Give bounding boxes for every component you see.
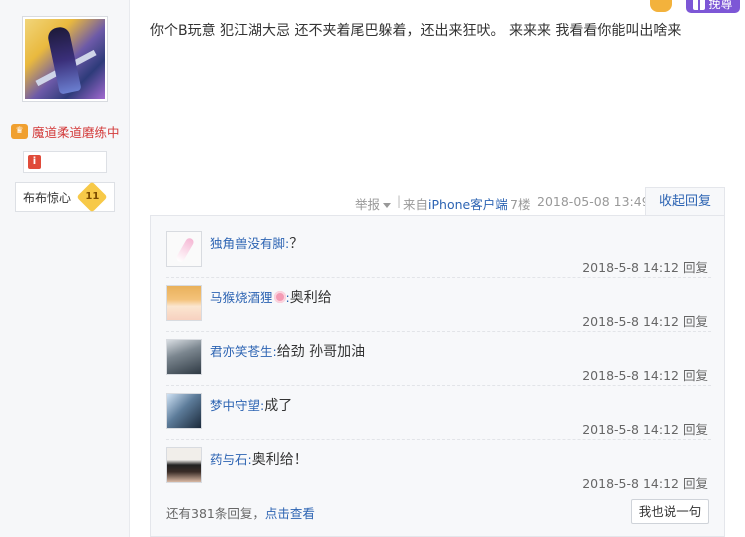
reply-meta: 2018-5-8 14:12 回复 xyxy=(582,257,708,276)
reply-meta: 2018-5-8 14:12 回复 xyxy=(582,311,708,330)
post-date: 2018-05-08 13:49 xyxy=(537,194,650,209)
more-prefix: 还有381条回复， xyxy=(166,506,265,521)
reply-username[interactable]: 药与石 xyxy=(210,452,248,467)
reply-divider xyxy=(166,331,711,332)
reply-button[interactable]: 回复 xyxy=(683,260,708,275)
reply-time: 2018-5-8 14:12 xyxy=(582,476,679,491)
reply-time: 2018-5-8 14:12 xyxy=(582,422,679,437)
report-label: 举报 xyxy=(355,197,381,212)
reply-panel: 独角兽没有脚:？ 2018-5-8 14:12 回复 马猴烧酒狸:奥利给 2018… xyxy=(150,215,725,537)
post-content: 你个B玩意 犯江湖大忌 还不夹着尾巴躲着，还出来狂吠。 来来来 我看看你能叫出啥… xyxy=(150,23,682,39)
collapse-replies-button[interactable]: 收起回复 xyxy=(645,187,725,216)
reply-username[interactable]: 马猴烧酒狸 xyxy=(210,290,273,305)
anime-girl-avatar-icon[interactable] xyxy=(166,285,202,321)
caret-down-icon xyxy=(383,203,392,208)
boy-avatar-icon[interactable] xyxy=(166,447,202,483)
client-link[interactable]: iPhone客户端 xyxy=(428,197,508,212)
from-prefix: 来自 xyxy=(403,197,429,212)
reply-line: 君亦笑苍生:给劲 孙哥加油 xyxy=(210,341,365,361)
reply-username[interactable]: 君亦笑苍生 xyxy=(210,344,273,359)
rank-crown-icon: ♛ xyxy=(11,124,28,139)
figure-avatar-icon[interactable] xyxy=(166,339,202,375)
tail-separator: | xyxy=(397,194,402,208)
reply-line: 药与石:奥利给！ xyxy=(210,449,308,469)
reply-time: 2018-5-8 14:12 xyxy=(582,314,679,329)
reply-divider xyxy=(166,385,711,386)
gift-icon xyxy=(693,0,706,10)
reply-text: 给劲 孙哥加油 xyxy=(276,344,366,360)
reply-username[interactable]: 独角兽没有脚 xyxy=(210,236,285,251)
more-replies: 还有381条回复，点击查看 xyxy=(166,503,315,522)
reply-text: 成了 xyxy=(264,398,293,414)
floor-number: 7楼 xyxy=(510,197,531,212)
gift-button[interactable]: 挽尊 xyxy=(686,0,740,13)
sky-avatar-icon[interactable] xyxy=(166,393,202,429)
report-dropdown[interactable]: 举报 xyxy=(355,194,392,213)
warrior-avatar-icon xyxy=(25,19,105,99)
add-comment-button[interactable]: 我也说一句 xyxy=(631,499,709,524)
reply-button[interactable]: 回复 xyxy=(683,422,708,437)
reply-button[interactable]: 回复 xyxy=(683,314,708,329)
post-source: 来自iPhone客户端 xyxy=(403,194,508,213)
author-avatar[interactable] xyxy=(22,16,108,102)
reply-time: 2018-5-8 14:12 xyxy=(582,260,679,275)
reply-username[interactable]: 梦中守望 xyxy=(210,398,260,413)
reply-item: 药与石:奥利给！ 2018-5-8 14:12 回复 xyxy=(166,447,711,501)
reply-button[interactable]: 回复 xyxy=(683,368,708,383)
reply-button[interactable]: 回复 xyxy=(683,476,708,491)
reply-text: 奥利给 xyxy=(289,290,332,306)
author-info-box: i xyxy=(23,151,107,173)
reply-time: 2018-5-8 14:12 xyxy=(582,368,679,383)
medal-icon xyxy=(650,0,672,12)
reply-meta: 2018-5-8 14:12 回复 xyxy=(582,365,708,384)
reply-divider xyxy=(166,439,711,440)
reply-line: 梦中守望:成了 xyxy=(210,395,292,415)
reply-text: ？ xyxy=(289,236,304,252)
rank-text[interactable]: 魔道柔道磨练中 xyxy=(32,122,120,141)
author-rank[interactable]: ♛ 魔道柔道磨练中 xyxy=(11,122,120,141)
post-tail: 举报 | 来自iPhone客户端 7楼 2018-05-08 13:49 收起回… xyxy=(0,187,745,216)
info-icon[interactable]: i xyxy=(28,155,41,169)
gift-label: 挽尊 xyxy=(708,0,733,11)
view-more-link[interactable]: 点击查看 xyxy=(265,506,315,521)
reply-text: 奥利给！ xyxy=(251,452,308,468)
unicorn-avatar-icon[interactable] xyxy=(166,231,202,267)
reply-line: 独角兽没有脚:？ xyxy=(210,233,303,253)
reply-meta: 2018-5-8 14:12 回复 xyxy=(582,473,708,492)
author-sidebar: ♛ 魔道柔道磨练中 i 布布惊心 11 xyxy=(0,0,130,537)
flower-icon xyxy=(273,291,286,303)
reply-divider xyxy=(166,277,711,278)
reply-line: 马猴烧酒狸:奥利给 xyxy=(210,287,332,307)
reply-meta: 2018-5-8 14:12 回复 xyxy=(582,419,708,438)
